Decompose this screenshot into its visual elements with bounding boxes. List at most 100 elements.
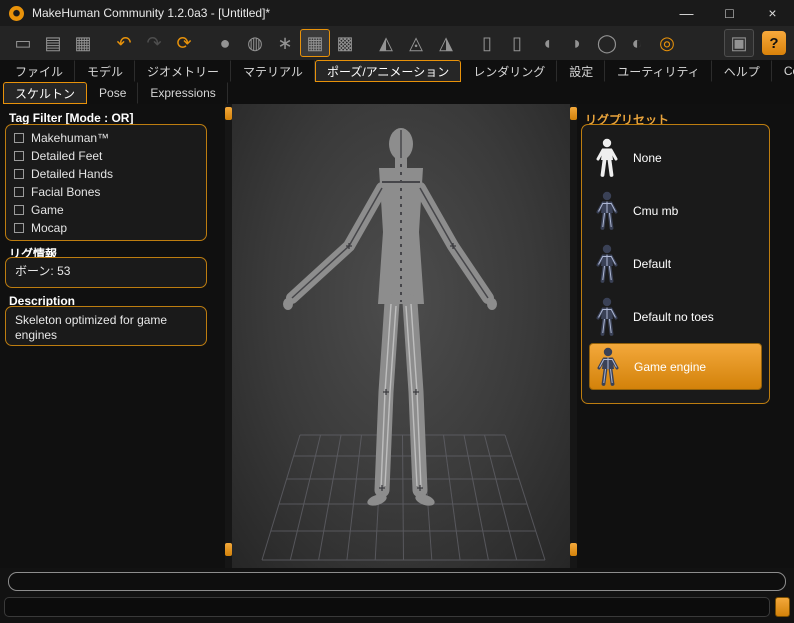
app-logo-icon bbox=[9, 5, 24, 21]
preset-default[interactable]: Default bbox=[582, 237, 769, 290]
description-box: Skeleton optimized for game engines bbox=[5, 306, 207, 346]
rotate-right-icon[interactable]: ◗ bbox=[562, 29, 592, 57]
rotate-left-icon[interactable]: ◖ bbox=[532, 29, 562, 57]
checkbox-facial-bones[interactable]: Facial Bones bbox=[6, 183, 206, 201]
tab-modelling[interactable]: モデル bbox=[75, 60, 136, 82]
checkbox-mocap[interactable]: Mocap bbox=[6, 219, 206, 237]
preset-label: Default no toes bbox=[633, 309, 714, 324]
redo-icon[interactable]: ↷ bbox=[139, 29, 169, 57]
category-tabs: ファイル モデル ジオメトリー マテリアル ポーズ/アニメーション レンダリング… bbox=[0, 60, 794, 82]
person-icon bbox=[596, 243, 618, 283]
viewport-scene bbox=[261, 128, 546, 561]
tab-expressions[interactable]: Expressions bbox=[138, 82, 228, 104]
minimize-button[interactable]: — bbox=[665, 0, 708, 26]
description-text: Skeleton optimized for game engines bbox=[15, 313, 168, 342]
preset-game-engine[interactable]: Game engine bbox=[589, 343, 762, 390]
tab-help[interactable]: ヘルプ bbox=[712, 60, 772, 82]
checkbox-icon[interactable] bbox=[14, 205, 24, 215]
preset-label: Cmu mb bbox=[633, 203, 679, 218]
person-icon bbox=[596, 137, 618, 177]
splitter-grip[interactable] bbox=[570, 107, 577, 120]
mouse-rotate-icon[interactable]: ▯ bbox=[472, 29, 502, 57]
side-view-icon[interactable]: ◐ bbox=[622, 29, 652, 57]
toolbar-separator bbox=[199, 29, 210, 57]
tab-community[interactable]: Community bbox=[772, 60, 794, 82]
close-button[interactable]: × bbox=[751, 0, 794, 26]
human-model-icon bbox=[283, 128, 497, 506]
left-splitter[interactable] bbox=[225, 104, 232, 568]
help-icon[interactable]: ? bbox=[762, 31, 786, 55]
reload-icon[interactable]: ⟳ bbox=[169, 29, 199, 57]
checkbox-icon[interactable] bbox=[14, 133, 24, 143]
rig-preset-list: None Cmu mb Default Default no toes Game bbox=[582, 125, 769, 390]
checkbox-label: Facial Bones bbox=[31, 185, 101, 199]
checkbox-icon[interactable] bbox=[14, 223, 24, 233]
top-view-icon[interactable]: ◯ bbox=[592, 29, 622, 57]
rig-presets-box: None Cmu mb Default Default no toes Game bbox=[581, 124, 770, 404]
checkbox-detailed-feet[interactable]: Detailed Feet bbox=[6, 147, 206, 165]
symmetry-right-icon[interactable]: ◮ bbox=[431, 29, 461, 57]
checkbox-icon[interactable] bbox=[14, 151, 24, 161]
tab-pose[interactable]: Pose bbox=[87, 82, 139, 104]
wireframe-icon[interactable]: ◍ bbox=[240, 29, 270, 57]
bone-count: ボーン: 53 bbox=[15, 264, 71, 278]
bottom-scrollbar-thumb[interactable] bbox=[775, 597, 790, 617]
tab-rendering[interactable]: レンダリング bbox=[461, 60, 558, 82]
tab-materials[interactable]: マテリアル bbox=[231, 60, 315, 82]
undo-icon[interactable]: ↶ bbox=[109, 29, 139, 57]
toolbar-separator bbox=[98, 29, 109, 57]
splitter-grip[interactable] bbox=[225, 107, 232, 120]
toolbar-separator bbox=[360, 29, 371, 57]
checkbox-label: Makehuman™ bbox=[31, 131, 110, 145]
person-icon bbox=[596, 296, 618, 336]
preset-none[interactable]: None bbox=[582, 131, 769, 184]
ground-grid-icon bbox=[261, 434, 546, 561]
main-toolbar: ▭ ▤ ▦ ↶ ↷ ⟳ ● ◍ ∗ ▦ ▩ ◭ ◬ ◮ ▯ ▯ ◖ ◗ ◯ ◐ … bbox=[0, 26, 794, 60]
rig-info-box: ボーン: 53 bbox=[5, 257, 207, 288]
tab-settings[interactable]: 設定 bbox=[557, 60, 606, 82]
titlebar: MakeHuman Community 1.2.0a3 - [Untitled]… bbox=[0, 0, 794, 26]
3d-viewport[interactable] bbox=[232, 104, 570, 568]
new-file-icon[interactable]: ▭ bbox=[8, 29, 38, 57]
content-area: Tag Filter [Mode : OR] Makehuman™ Detail… bbox=[0, 104, 794, 568]
preset-default-no-toes[interactable]: Default no toes bbox=[582, 290, 769, 343]
mouse-pan-icon[interactable]: ▯ bbox=[502, 29, 532, 57]
progress-bar bbox=[8, 572, 786, 591]
screenshot-icon[interactable]: ▣ bbox=[724, 29, 754, 57]
tab-utilities[interactable]: ユーティリティ bbox=[605, 60, 712, 82]
preset-label: Game engine bbox=[634, 359, 707, 374]
tab-geometries[interactable]: ジオメトリー bbox=[135, 60, 232, 82]
symmetry-both-icon[interactable]: ◬ bbox=[401, 29, 431, 57]
checkbox-makehuman[interactable]: Makehuman™ bbox=[6, 129, 206, 147]
tab-pose-animate[interactable]: ポーズ/アニメーション bbox=[314, 60, 462, 82]
smooth-shaded-icon[interactable]: ● bbox=[210, 29, 240, 57]
maximize-button[interactable]: □ bbox=[708, 0, 751, 26]
reset-camera-icon[interactable]: ◎ bbox=[652, 29, 682, 57]
bottom-scrollbar-track[interactable] bbox=[4, 597, 770, 617]
texture-checker-icon[interactable]: ▩ bbox=[330, 29, 360, 57]
checkbox-game[interactable]: Game bbox=[6, 201, 206, 219]
right-splitter[interactable] bbox=[570, 104, 577, 568]
pose-grid-icon[interactable]: ▦ bbox=[300, 29, 330, 57]
checkbox-icon[interactable] bbox=[14, 169, 24, 179]
person-icon bbox=[596, 190, 618, 230]
checkbox-icon[interactable] bbox=[14, 187, 24, 197]
save-icon[interactable]: ▤ bbox=[38, 29, 68, 57]
makehuman-window: MakeHuman Community 1.2.0a3 - [Untitled]… bbox=[0, 0, 794, 623]
skeleton-view-icon[interactable]: ∗ bbox=[270, 29, 300, 57]
checkbox-label: Detailed Feet bbox=[31, 149, 103, 163]
window-controls: — □ × bbox=[665, 0, 794, 26]
splitter-grip[interactable] bbox=[570, 543, 577, 556]
load-icon[interactable]: ▦ bbox=[68, 29, 98, 57]
tab-files[interactable]: ファイル bbox=[3, 60, 76, 82]
sub-tabs: スケルトン Pose Expressions bbox=[0, 82, 794, 104]
splitter-grip[interactable] bbox=[225, 543, 232, 556]
preset-cmu-mb[interactable]: Cmu mb bbox=[582, 184, 769, 237]
window-title: MakeHuman Community 1.2.0a3 - [Untitled]… bbox=[32, 6, 271, 20]
checkbox-label: Detailed Hands bbox=[31, 167, 114, 181]
tab-skeleton[interactable]: スケルトン bbox=[3, 82, 88, 104]
checkbox-label: Game bbox=[31, 203, 64, 217]
person-icon bbox=[597, 346, 619, 386]
symmetry-left-icon[interactable]: ◭ bbox=[371, 29, 401, 57]
checkbox-detailed-hands[interactable]: Detailed Hands bbox=[6, 165, 206, 183]
